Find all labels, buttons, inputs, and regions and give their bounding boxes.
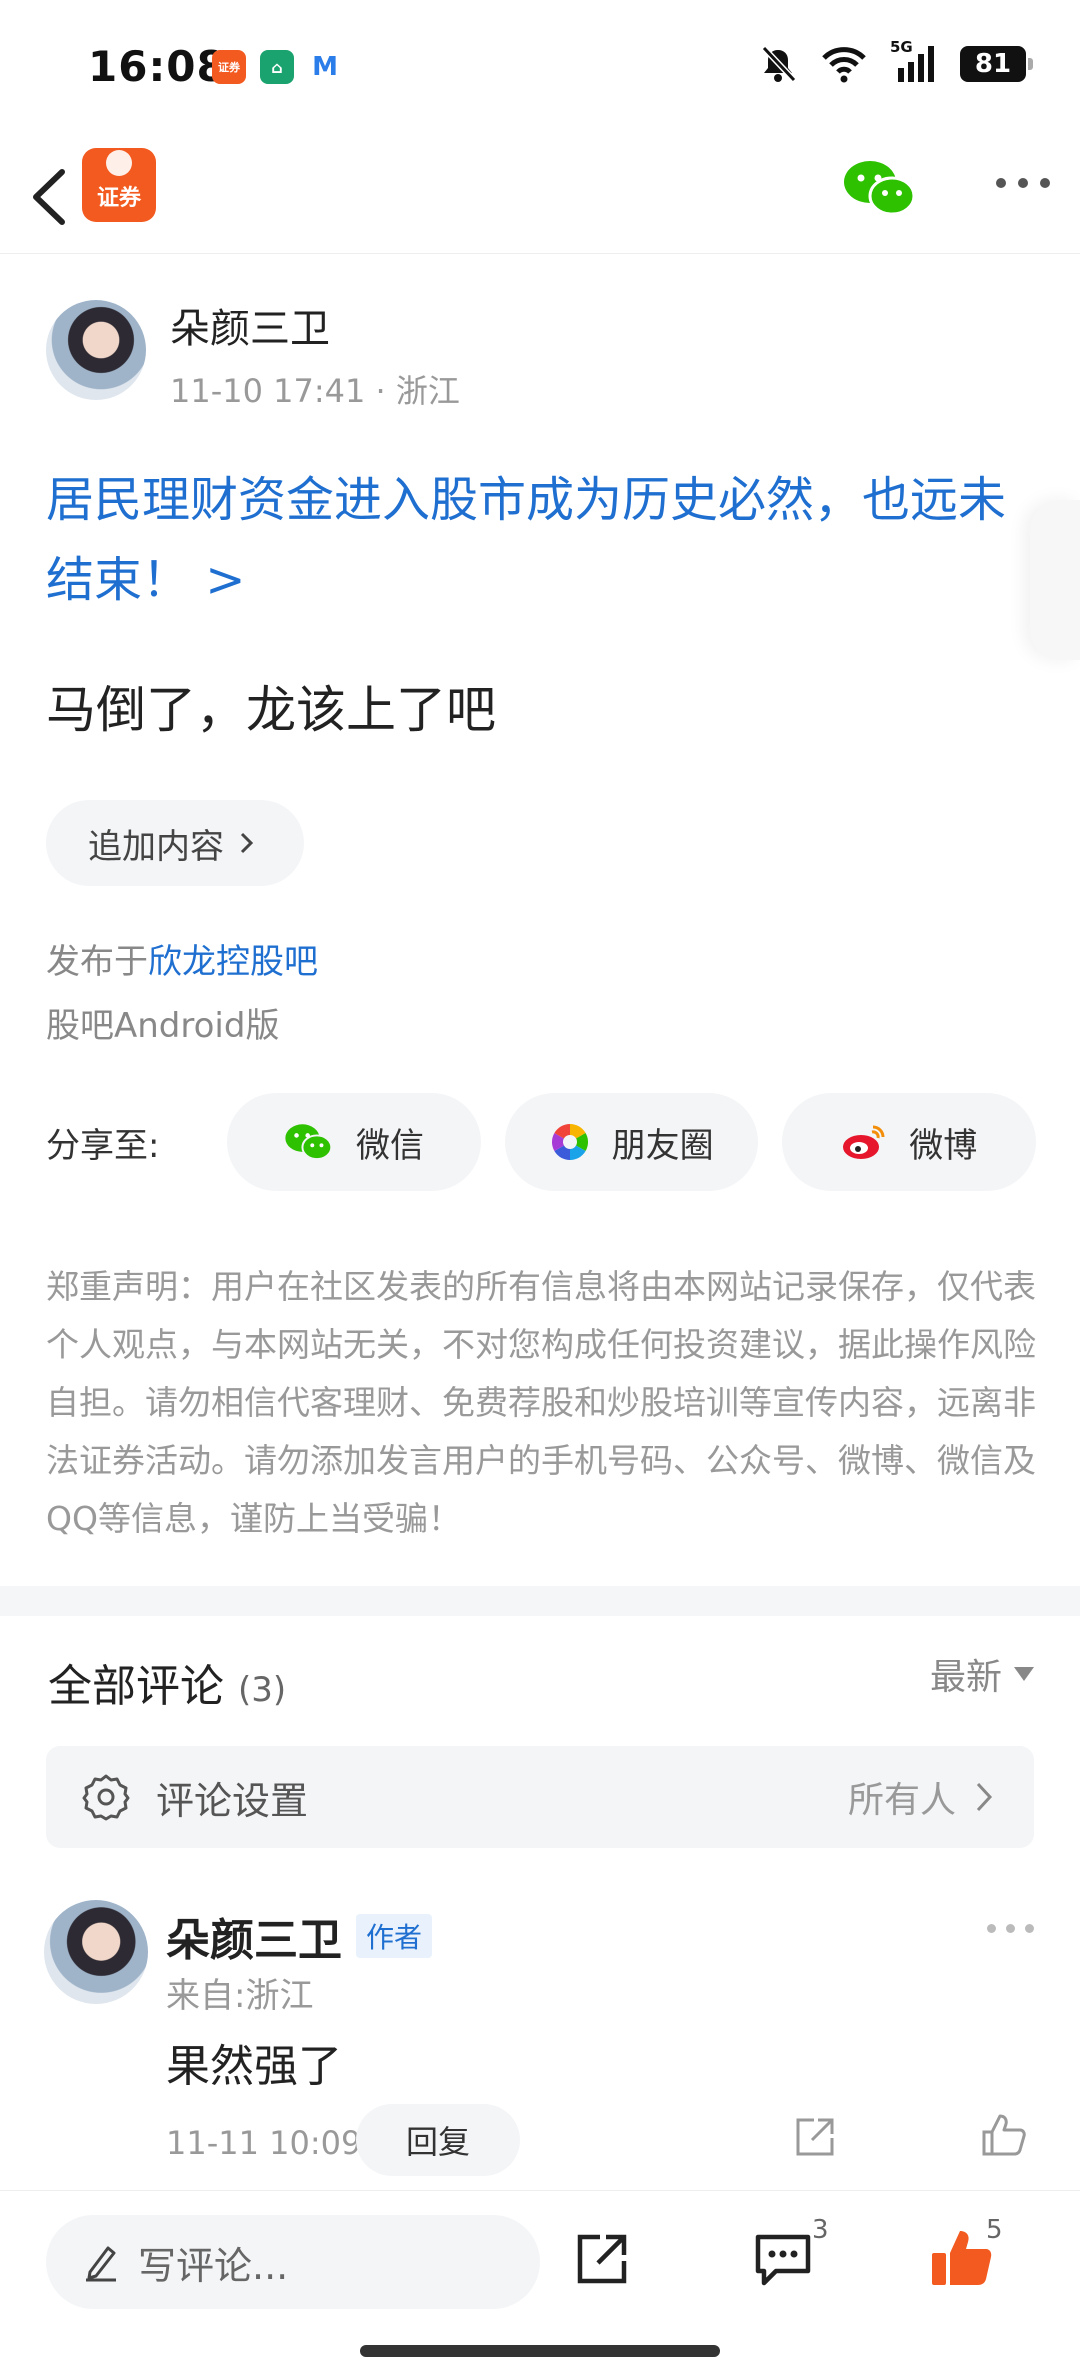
author-badge: 作者 — [356, 1914, 433, 1958]
comment-count-badge: 3 — [812, 2215, 829, 2245]
comment-time: 11-11 10:09 — [166, 2124, 362, 2162]
add-content-button[interactable]: 追加内容 — [46, 800, 304, 886]
back-icon[interactable] — [22, 162, 82, 232]
pencil-icon — [86, 2246, 116, 2282]
like-icon[interactable] — [930, 2227, 994, 2289]
app-logo-label: 证券 — [96, 186, 141, 211]
share-weibo-button[interactable]: 微博 — [782, 1093, 1036, 1191]
securities-app-icon: 证券 — [212, 50, 246, 84]
wechat-icon — [285, 1124, 333, 1161]
share-moments-label: 朋友圈 — [611, 1125, 714, 1166]
commenter-name[interactable]: 朵颜三卫 作者 — [166, 1904, 433, 1968]
posted-in: 发布于欣龙控股吧 — [46, 934, 318, 983]
write-comment-input[interactable]: 写评论... — [46, 2215, 540, 2309]
post-meta: 11-10 17:41 · 浙江 — [170, 366, 460, 412]
home-app-icon: ⌂ — [260, 50, 294, 84]
comment-text: 果然强了 — [166, 2041, 342, 2092]
post-location: · 浙江 — [375, 372, 460, 410]
share-row: 分享至: 微信 朋友圈 微博 — [46, 1092, 1036, 1192]
chevron-right-icon — [976, 1782, 993, 1812]
top-nav-bar: 证券 — [0, 140, 1080, 254]
edge-floating-handle[interactable] — [1030, 500, 1080, 660]
comments-title-label: 全部评论 — [48, 1661, 224, 1712]
comment-location: 来自:浙江 — [166, 1976, 314, 2016]
author-avatar[interactable] — [46, 300, 146, 400]
status-bar: 16:08 证券 ⌂ M 5G 81 — [0, 0, 1080, 140]
wechat-share-icon[interactable] — [842, 156, 918, 220]
share-wechat-label: 微信 — [356, 1125, 425, 1166]
section-divider — [0, 1586, 1080, 1616]
commenter-name-label: 朵颜三卫 — [166, 1915, 342, 1966]
reply-button[interactable]: 回复 — [356, 2104, 520, 2176]
post-headline-link[interactable]: 居民理财资金进入股市成为历史必然，也远未结束！ > — [46, 460, 1036, 620]
write-comment-placeholder: 写评论... — [138, 2243, 289, 2288]
share-weibo-label: 微博 — [909, 1125, 978, 1166]
disclaimer-text: 郑重声明：用户在社区发表的所有信息将由本网站记录保存，仅代表个人观点，与本网站无… — [46, 1267, 1036, 1538]
share-moments-button[interactable]: 朋友圈 — [504, 1093, 759, 1191]
comment-settings-label: 评论设置 — [156, 1778, 309, 1823]
add-content-label: 追加内容 — [88, 826, 224, 867]
comment-more-icon[interactable] — [987, 1924, 1034, 1933]
weibo-icon — [843, 1125, 885, 1159]
commenter-avatar[interactable] — [44, 1900, 148, 2004]
comment-like-icon[interactable] — [980, 2112, 1028, 2158]
author-name[interactable]: 朵颜三卫 — [170, 296, 330, 354]
stock-bar-link[interactable]: 欣龙控股吧 — [148, 942, 318, 982]
status-app-icons: 证券 ⌂ M — [212, 50, 342, 84]
share-icon[interactable] — [572, 2229, 632, 2289]
sort-dropdown[interactable]: 最新 — [930, 1648, 1034, 1700]
comments-count: (3) — [238, 1670, 287, 1710]
app-logo[interactable]: 证券 — [82, 148, 156, 222]
post-device: 股吧Android版 — [46, 1006, 280, 1046]
comments-title: 全部评论 (3) — [48, 1650, 286, 1714]
m-app-icon: M — [308, 50, 342, 84]
cellular-signal-icon: 5G — [890, 38, 938, 84]
share-label: 分享至: — [46, 1125, 160, 1166]
chevron-right-icon — [240, 832, 254, 854]
post-time: 11-10 17:41 — [170, 372, 366, 410]
more-options-icon[interactable] — [996, 178, 1050, 188]
comment-settings-value: 所有人 — [847, 1780, 956, 1821]
comment-icon[interactable] — [752, 2229, 814, 2289]
wifi-icon — [822, 47, 866, 83]
post-body: 马倒了，龙该上了吧 — [46, 681, 496, 739]
home-indicator[interactable] — [360, 2345, 720, 2357]
share-wechat-button[interactable]: 微信 — [227, 1093, 481, 1191]
sort-label: 最新 — [929, 1657, 1002, 1698]
status-time: 16:08 — [88, 42, 227, 91]
bottom-action-bar: 写评论... 3 5 — [0, 2190, 1080, 2374]
battery-indicator: 81 — [960, 46, 1033, 82]
caret-down-icon — [1014, 1667, 1034, 1681]
comment-settings-row[interactable]: 评论设置 所有人 — [46, 1746, 1034, 1848]
moments-icon — [551, 1124, 588, 1160]
mute-bell-icon — [761, 45, 797, 83]
comment-share-icon[interactable] — [792, 2114, 838, 2160]
like-count-badge: 5 — [986, 2215, 1003, 2245]
posted-prefix: 发布于 — [46, 942, 148, 982]
gear-icon — [82, 1774, 130, 1821]
